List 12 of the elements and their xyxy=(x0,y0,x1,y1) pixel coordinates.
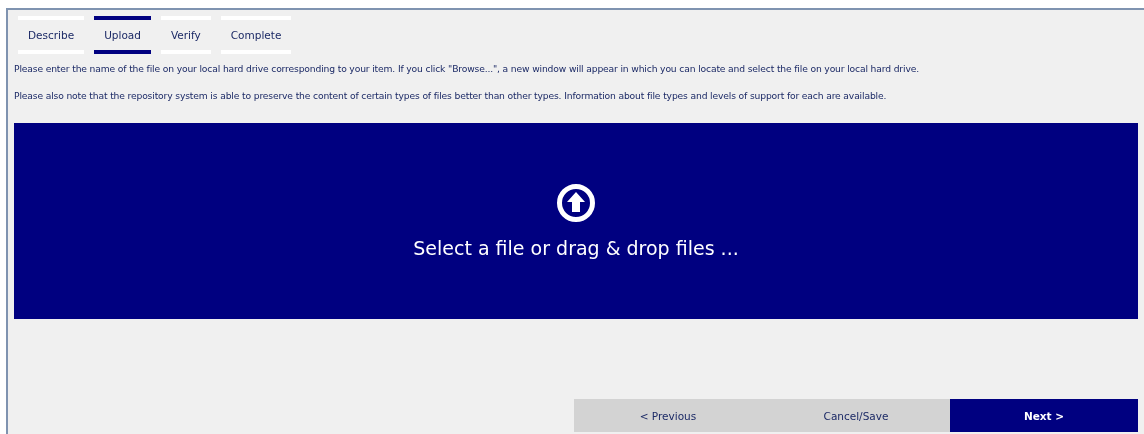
instruction-text: Please enter the name of the file on your local hard drive corresponding to your item. If you click "Browse...", a new window will appear in which you can locate and select the file on your local hard drive. xyxy=(14,63,920,74)
upload-icon xyxy=(556,183,596,223)
nav-button[interactable]: Next > xyxy=(950,399,1138,432)
instruction-text: Please also note that the repository system is able to preserve the content of certain types of files better than other types. Information about file types and levels of support for each are available. xyxy=(14,90,888,101)
dropzone-label: Select a file or drag & drop files ... xyxy=(413,237,739,259)
step-tab[interactable]: Describe xyxy=(18,16,85,54)
nav-button[interactable]: Cancel/Save xyxy=(762,399,950,432)
nav-button[interactable]: < Previous xyxy=(574,399,762,432)
step-tab[interactable]: Complete xyxy=(220,16,292,54)
step-tab[interactable]: Verify xyxy=(160,16,211,54)
step-tab[interactable]: Upload xyxy=(94,16,151,54)
file-dropzone[interactable]: Select a file or drag & drop files ... xyxy=(14,123,1138,319)
